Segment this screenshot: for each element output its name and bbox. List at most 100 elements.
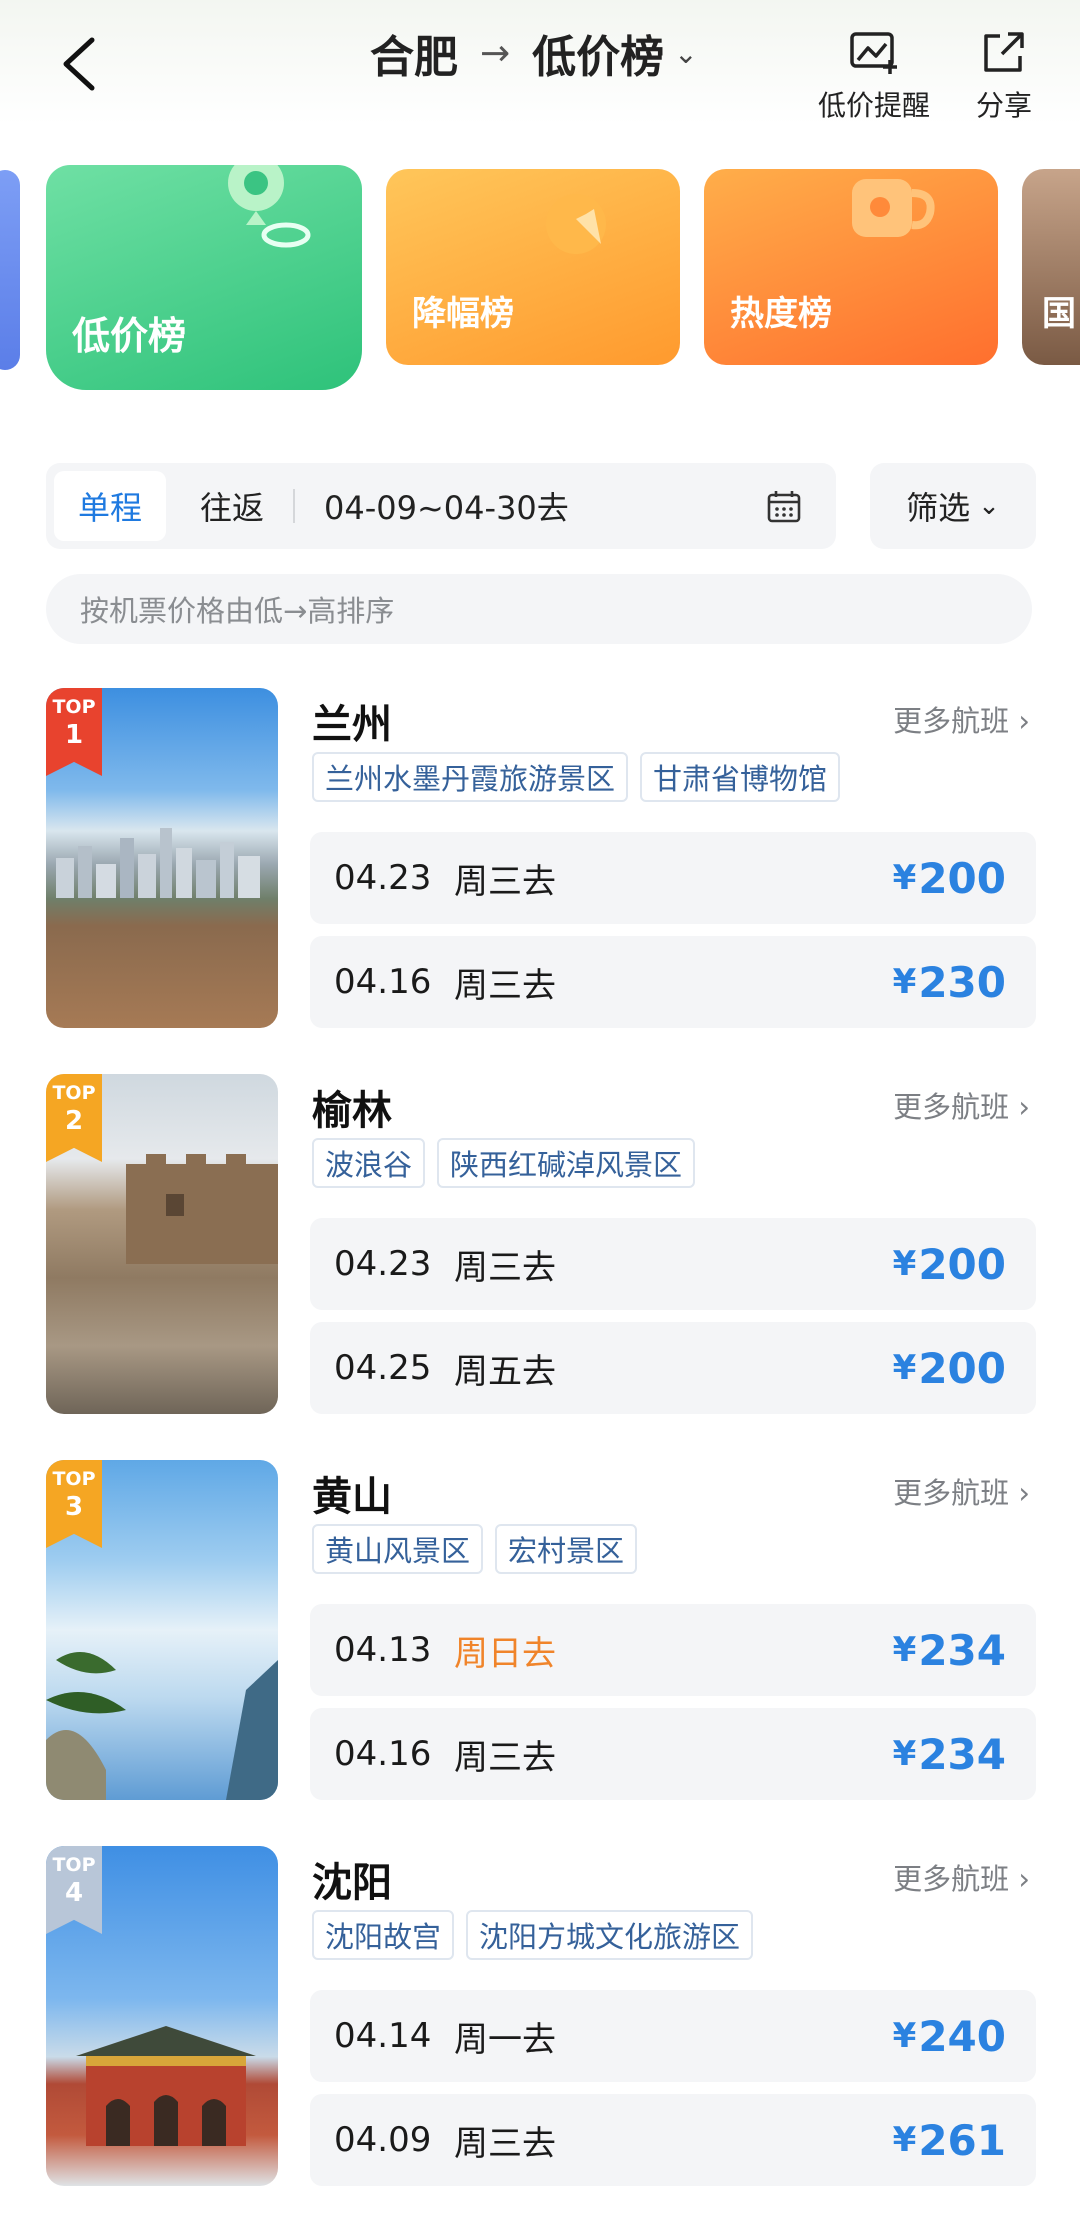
destination-name: 黄山	[312, 1474, 392, 1520]
flight-weekday: 周三去	[454, 861, 556, 902]
attraction-tag[interactable]: 沈阳方城文化旅游区	[466, 1910, 754, 1960]
destination-item[interactable]: TOP 2 榆林 更多航班 › 波浪谷 陕西红碱淖风景区 04.23 周三去 ¥…	[0, 1074, 1080, 1424]
rank-top-label: TOP	[52, 696, 96, 718]
currency-symbol: ¥	[892, 1734, 917, 1774]
flight-option[interactable]: 04.25 周五去 ¥200	[310, 1322, 1036, 1414]
price-value: 234	[918, 1625, 1006, 1675]
flight-weekday: 周三去	[454, 1737, 556, 1778]
down-trend-icon	[546, 174, 606, 254]
attraction-tag[interactable]: 波浪谷	[312, 1138, 426, 1188]
list-title: 低价榜	[532, 32, 665, 83]
flight-weekday: 周一去	[454, 2019, 556, 2060]
rank-badge: TOP 3	[46, 1460, 102, 1548]
flight-date: 04.16	[334, 1734, 432, 1774]
route-arrow-icon: →	[480, 32, 511, 74]
destination-item[interactable]: TOP 3 黄山 更多航班 › 黄山风景区 宏村景区 04.13 周日去 ¥23…	[0, 1460, 1080, 1810]
rank-number: 2	[64, 1106, 84, 1136]
flight-price: ¥200	[893, 1322, 1006, 1414]
share-icon	[984, 32, 1024, 72]
price-alert-button[interactable]: 低价提醒	[818, 26, 930, 124]
category-card-price-drop[interactable]: 降幅榜	[386, 169, 680, 365]
chevron-down-icon: ⌄	[978, 491, 1000, 521]
price-value: 200	[918, 1239, 1006, 1289]
more-flights-link[interactable]: 更多航班 ›	[893, 698, 1030, 740]
attraction-tag[interactable]: 陕西红碱淖风景区	[437, 1138, 696, 1188]
currency-symbol: ¥	[892, 1348, 917, 1388]
flight-option[interactable]: 04.23 周三去 ¥200	[310, 832, 1036, 924]
sort-hint: 按机票价格由低→高排序	[46, 574, 1032, 644]
attraction-tags: 波浪谷 陕西红碱淖风景区	[312, 1138, 707, 1188]
filter-button[interactable]: 筛选 ⌄	[870, 463, 1036, 549]
hot-cup-icon	[852, 179, 935, 237]
destination-photo: TOP 3	[46, 1460, 278, 1800]
flight-weekday: 周三去	[454, 965, 556, 1006]
rank-number: 3	[64, 1492, 84, 1522]
divider	[293, 489, 295, 523]
flight-option[interactable]: 04.13 周日去 ¥234	[310, 1604, 1036, 1696]
chevron-down-icon: ⌄	[674, 36, 698, 70]
currency-symbol: ¥	[892, 962, 917, 1002]
flight-date: 04.23	[334, 858, 432, 898]
destination-photo: TOP 2	[46, 1074, 278, 1414]
flight-date: 04.23	[334, 1244, 432, 1284]
category-card-domestic[interactable]: 国	[1022, 169, 1080, 365]
filter-label: 筛选	[906, 489, 971, 527]
price-value: 234	[918, 1729, 1006, 1779]
rank-badge: TOP 4	[46, 1846, 102, 1934]
flight-price: ¥240	[893, 1990, 1006, 2082]
currency-symbol: ¥	[892, 858, 917, 898]
top-bar: 合肥 → 低价榜 ⌄ 低价提醒 分享	[0, 0, 1080, 125]
price-value: 230	[918, 957, 1006, 1007]
attraction-tag[interactable]: 兰州水墨丹霞旅游景区	[312, 752, 629, 802]
flight-option[interactable]: 04.16 周三去 ¥230	[310, 936, 1036, 1028]
category-label: 国	[1042, 294, 1076, 334]
round-trip-tab[interactable]: 往返	[186, 471, 278, 541]
flight-weekday: 周日去	[454, 1633, 556, 1674]
flight-weekday: 周三去	[454, 2123, 556, 2164]
flight-option[interactable]: 04.14 周一去 ¥240	[310, 1990, 1036, 2082]
category-label: 热度榜	[730, 294, 832, 334]
category-card-popularity[interactable]: 热度榜	[704, 169, 998, 365]
attraction-tag[interactable]: 沈阳故宫	[312, 1910, 455, 1960]
flight-option[interactable]: 04.16 周三去 ¥234	[310, 1708, 1036, 1800]
category-card-partial-left[interactable]	[0, 170, 20, 370]
currency-symbol: ¥	[892, 2120, 917, 2160]
flight-option[interactable]: 04.23 周三去 ¥200	[310, 1218, 1036, 1310]
price-value: 200	[918, 1343, 1006, 1393]
price-alert-label: 低价提醒	[818, 89, 931, 122]
share-button[interactable]: 分享	[976, 26, 1032, 124]
more-flights-link[interactable]: 更多航班 ›	[893, 1470, 1030, 1512]
destination-name: 榆林	[312, 1088, 392, 1134]
attraction-tag[interactable]: 宏村景区	[495, 1524, 638, 1574]
price-alert-icon	[850, 32, 897, 74]
date-range-field[interactable]: 04-09~04-30去	[324, 471, 569, 541]
trip-filter-bar: 单程 往返 04-09~04-30去	[46, 463, 836, 549]
attraction-tag[interactable]: 黄山风景区	[312, 1524, 484, 1574]
flight-date: 04.14	[334, 2016, 432, 2056]
destination-item[interactable]: TOP 1 兰州 更多航班 › 兰州水墨丹霞旅游景区 甘肃省博物馆 04.23 …	[0, 688, 1080, 1038]
calendar-icon[interactable]	[766, 489, 802, 525]
attraction-tags: 兰州水墨丹霞旅游景区 甘肃省博物馆	[312, 752, 852, 802]
city-skyline-graphic	[56, 828, 260, 898]
more-flights-link[interactable]: 更多航班 ›	[893, 1856, 1030, 1898]
flight-price: ¥261	[893, 2094, 1006, 2186]
flight-date: 04.13	[334, 1630, 432, 1670]
price-value: 200	[918, 853, 1006, 903]
back-arrow-icon[interactable]	[58, 34, 102, 94]
attraction-tags: 黄山风景区 宏村景区	[312, 1524, 649, 1574]
one-way-tab[interactable]: 单程	[54, 471, 166, 541]
ranking-tabs: 低价榜 降幅榜 热度榜 国	[0, 165, 1080, 390]
great-wall-graphic	[126, 1154, 278, 1264]
attraction-tag[interactable]: 甘肃省博物馆	[640, 752, 841, 802]
rank-top-label: TOP	[52, 1082, 96, 1104]
price-value: 261	[918, 2115, 1006, 2165]
category-card-lowest-price[interactable]: 低价榜	[46, 165, 362, 390]
flight-weekday: 周五去	[454, 1351, 556, 1392]
route-title[interactable]: 合肥 → 低价榜 ⌄	[370, 28, 698, 83]
flight-option[interactable]: 04.09 周三去 ¥261	[310, 2094, 1036, 2186]
more-flights-link[interactable]: 更多航班 ›	[893, 1084, 1030, 1126]
rank-badge: TOP 1	[46, 688, 102, 776]
destination-item[interactable]: TOP 4 沈阳 更多航班 › 沈阳故宫 沈阳方城文化旅游区 04.14 周一去…	[0, 1846, 1080, 2196]
rank-top-label: TOP	[52, 1854, 96, 1876]
destination-photo: TOP 1	[46, 688, 278, 1028]
